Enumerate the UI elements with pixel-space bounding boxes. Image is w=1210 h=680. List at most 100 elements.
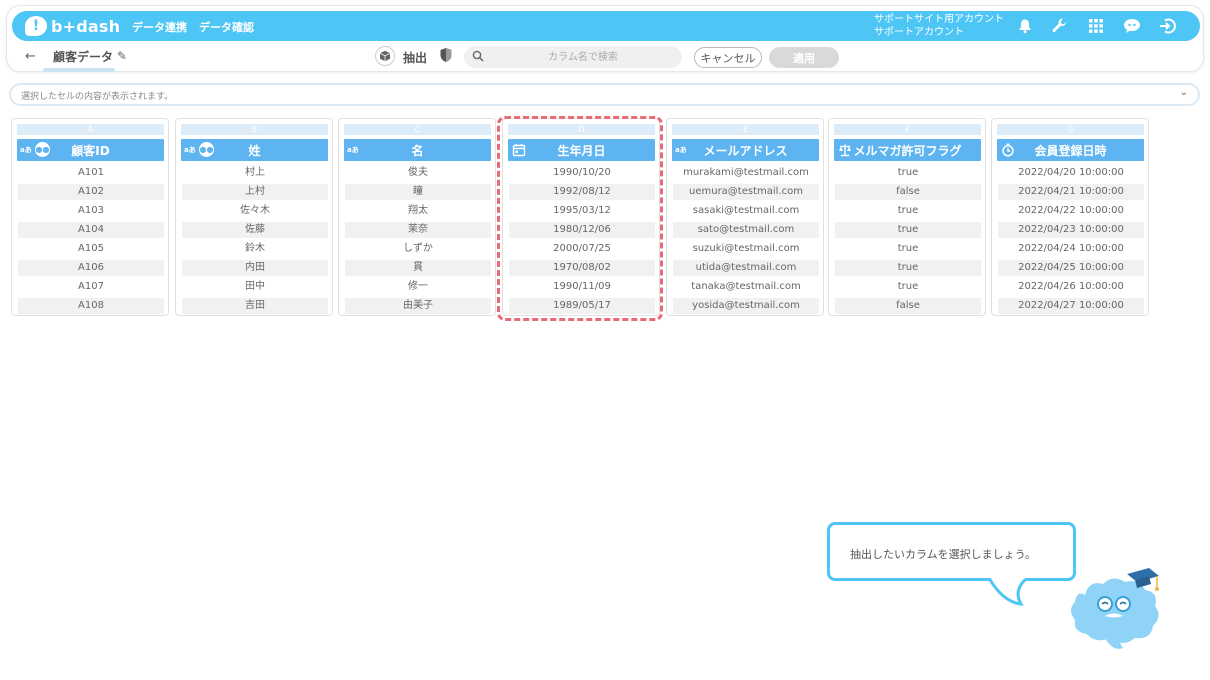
table-cell[interactable]: 2022/04/21 10:00:00 <box>998 184 1144 200</box>
search-input[interactable] <box>490 46 676 68</box>
table-cell[interactable]: 鈴木 <box>182 241 328 257</box>
table-cell[interactable]: false <box>835 184 981 200</box>
table-cell[interactable]: 由美子 <box>345 298 491 314</box>
logo-icon: ! <box>25 16 47 36</box>
table-cell[interactable]: 佐々木 <box>182 203 328 219</box>
column-c[interactable]: C aあ 名 俊夫 瞳 翔太 茉奈 しずか 貫 修一 由美子 <box>338 118 496 316</box>
column-header[interactable]: 会員登録日時 <box>997 139 1144 161</box>
nav-data-check[interactable]: データ確認 <box>199 19 254 35</box>
table-cell[interactable]: true <box>835 165 981 181</box>
table-cell[interactable]: true <box>835 279 981 295</box>
table-cell[interactable]: A102 <box>18 184 164 200</box>
nav-data-integration[interactable]: データ連携 <box>132 19 187 35</box>
table-cell[interactable]: 2022/04/25 10:00:00 <box>998 260 1144 276</box>
table-cell[interactable]: 1970/08/02 <box>509 260 655 276</box>
table-cell[interactable]: 1980/12/06 <box>509 222 655 238</box>
logout-icon[interactable] <box>1158 16 1178 36</box>
column-g[interactable]: G 会員登録日時 2022/04/20 10:00:00 2022/04/21 … <box>991 118 1149 316</box>
column-header[interactable]: aあ ●● 顧客ID <box>17 139 164 161</box>
table-cell[interactable]: 1990/11/09 <box>509 279 655 295</box>
table-cell[interactable]: 貫 <box>345 260 491 276</box>
tooltip-text: 抽出したいカラムを選択しましょう。 <box>850 548 1037 561</box>
apply-button[interactable]: 適用 <box>769 47 839 68</box>
bell-icon[interactable] <box>1015 16 1035 36</box>
table-cell[interactable]: A108 <box>18 298 164 314</box>
column-b[interactable]: B aあ ●● 姓 村上 上村 佐々木 佐藤 鈴木 内田 田中 吉田 <box>175 118 333 316</box>
wrench-icon[interactable] <box>1050 16 1070 36</box>
column-header[interactable]: aあ ●● 姓 <box>181 139 328 161</box>
table-cell[interactable]: tanaka@testmail.com <box>673 279 819 295</box>
table-cell[interactable]: A104 <box>18 222 164 238</box>
logo[interactable]: ! b+dash <box>25 15 120 37</box>
table-cell[interactable]: yosida@testmail.com <box>673 298 819 314</box>
table-cell[interactable]: 瞳 <box>345 184 491 200</box>
column-header[interactable]: aあ 名 <box>344 139 491 161</box>
table-cell[interactable]: A101 <box>18 165 164 181</box>
table-cell[interactable]: 2022/04/26 10:00:00 <box>998 279 1144 295</box>
column-e[interactable]: E aあ メールアドレス murakami@testmail.com uemur… <box>666 118 824 316</box>
table-cell[interactable]: 2000/07/25 <box>509 241 655 257</box>
table-cell[interactable]: しずか <box>345 241 491 257</box>
table-cell[interactable]: true <box>835 203 981 219</box>
table-cell[interactable]: suzuki@testmail.com <box>673 241 819 257</box>
chat-bot-icon[interactable] <box>1122 16 1142 36</box>
table-cell[interactable]: true <box>835 260 981 276</box>
table-cell[interactable]: 1995/03/12 <box>509 203 655 219</box>
search-box[interactable] <box>464 46 682 68</box>
table-cell[interactable]: 村上 <box>182 165 328 181</box>
table-cell[interactable]: false <box>835 298 981 314</box>
grid-menu-icon[interactable] <box>1086 16 1106 36</box>
table-cell[interactable]: 上村 <box>182 184 328 200</box>
table-cell[interactable]: 吉田 <box>182 298 328 314</box>
account-info[interactable]: サポートサイト用アカウント サポートアカウント <box>874 13 1004 39</box>
table-cell[interactable]: murakami@testmail.com <box>673 165 819 181</box>
table-cell[interactable]: true <box>835 222 981 238</box>
column-header[interactable]: 生年月日 <box>508 139 655 161</box>
search-icon <box>472 50 484 62</box>
column-name: メルマガ許可フラグ <box>853 143 962 158</box>
cancel-button[interactable]: キャンセル <box>694 47 762 68</box>
table-cell[interactable]: 2022/04/27 10:00:00 <box>998 298 1144 314</box>
table-cell[interactable]: 1990/10/20 <box>509 165 655 181</box>
column-name: 生年月日 <box>557 143 606 158</box>
table-cell[interactable]: utida@testmail.com <box>673 260 819 276</box>
column-cells: 2022/04/20 10:00:00 2022/04/21 10:00:00 … <box>998 165 1144 317</box>
table-cell[interactable]: 1992/08/12 <box>509 184 655 200</box>
table-cell[interactable]: uemura@testmail.com <box>673 184 819 200</box>
table-cell[interactable]: A106 <box>18 260 164 276</box>
calendar-icon <box>512 144 526 157</box>
table-cell[interactable]: true <box>835 241 981 257</box>
column-a[interactable]: A aあ ●● 顧客ID A101 A102 A103 A104 A105 A1… <box>11 118 169 316</box>
table-cell[interactable]: A103 <box>18 203 164 219</box>
chevron-down-icon[interactable]: ⌄ <box>1180 87 1188 98</box>
table-cell[interactable]: sasaki@testmail.com <box>673 203 819 219</box>
table-cell[interactable]: A105 <box>18 241 164 257</box>
column-header[interactable]: メルマガ許可フラグ <box>834 139 981 161</box>
table-cell[interactable]: 2022/04/20 10:00:00 <box>998 165 1144 181</box>
table-cell[interactable]: 2022/04/22 10:00:00 <box>998 203 1144 219</box>
cell-content-bar[interactable]: 選択したセルの内容が表示されます。 ⌄ <box>9 83 1200 106</box>
back-arrow-icon[interactable]: ← <box>25 49 36 64</box>
pencil-icon[interactable]: ✎ <box>117 49 127 63</box>
column-d[interactable]: D 生年月日 1990/10/20 1992/08/12 1995/03/12 … <box>502 118 660 316</box>
shield-icon[interactable] <box>439 47 453 63</box>
table-cell[interactable]: sato@testmail.com <box>673 222 819 238</box>
column-cells: true false true true true true true fals… <box>835 165 981 317</box>
table-cell[interactable]: 2022/04/24 10:00:00 <box>998 241 1144 257</box>
table-cell[interactable]: 田中 <box>182 279 328 295</box>
table-cell[interactable]: 修一 <box>345 279 491 295</box>
table-cell[interactable]: 俊夫 <box>345 165 491 181</box>
table-cell[interactable]: 2022/04/23 10:00:00 <box>998 222 1144 238</box>
column-header[interactable]: aあ メールアドレス <box>672 139 819 161</box>
table-cell[interactable]: A107 <box>18 279 164 295</box>
column-cells: murakami@testmail.com uemura@testmail.co… <box>673 165 819 317</box>
table-cell[interactable]: 1989/05/17 <box>509 298 655 314</box>
column-cells: 1990/10/20 1992/08/12 1995/03/12 1980/12… <box>509 165 655 317</box>
column-f[interactable]: F メルマガ許可フラグ true false true true true tr… <box>828 118 986 316</box>
table-cell[interactable]: 翔太 <box>345 203 491 219</box>
table-cell[interactable]: 佐藤 <box>182 222 328 238</box>
column-letter: C <box>344 124 491 135</box>
table-cell[interactable]: 内田 <box>182 260 328 276</box>
account-name: サポートアカウント <box>874 27 964 38</box>
table-cell[interactable]: 茉奈 <box>345 222 491 238</box>
